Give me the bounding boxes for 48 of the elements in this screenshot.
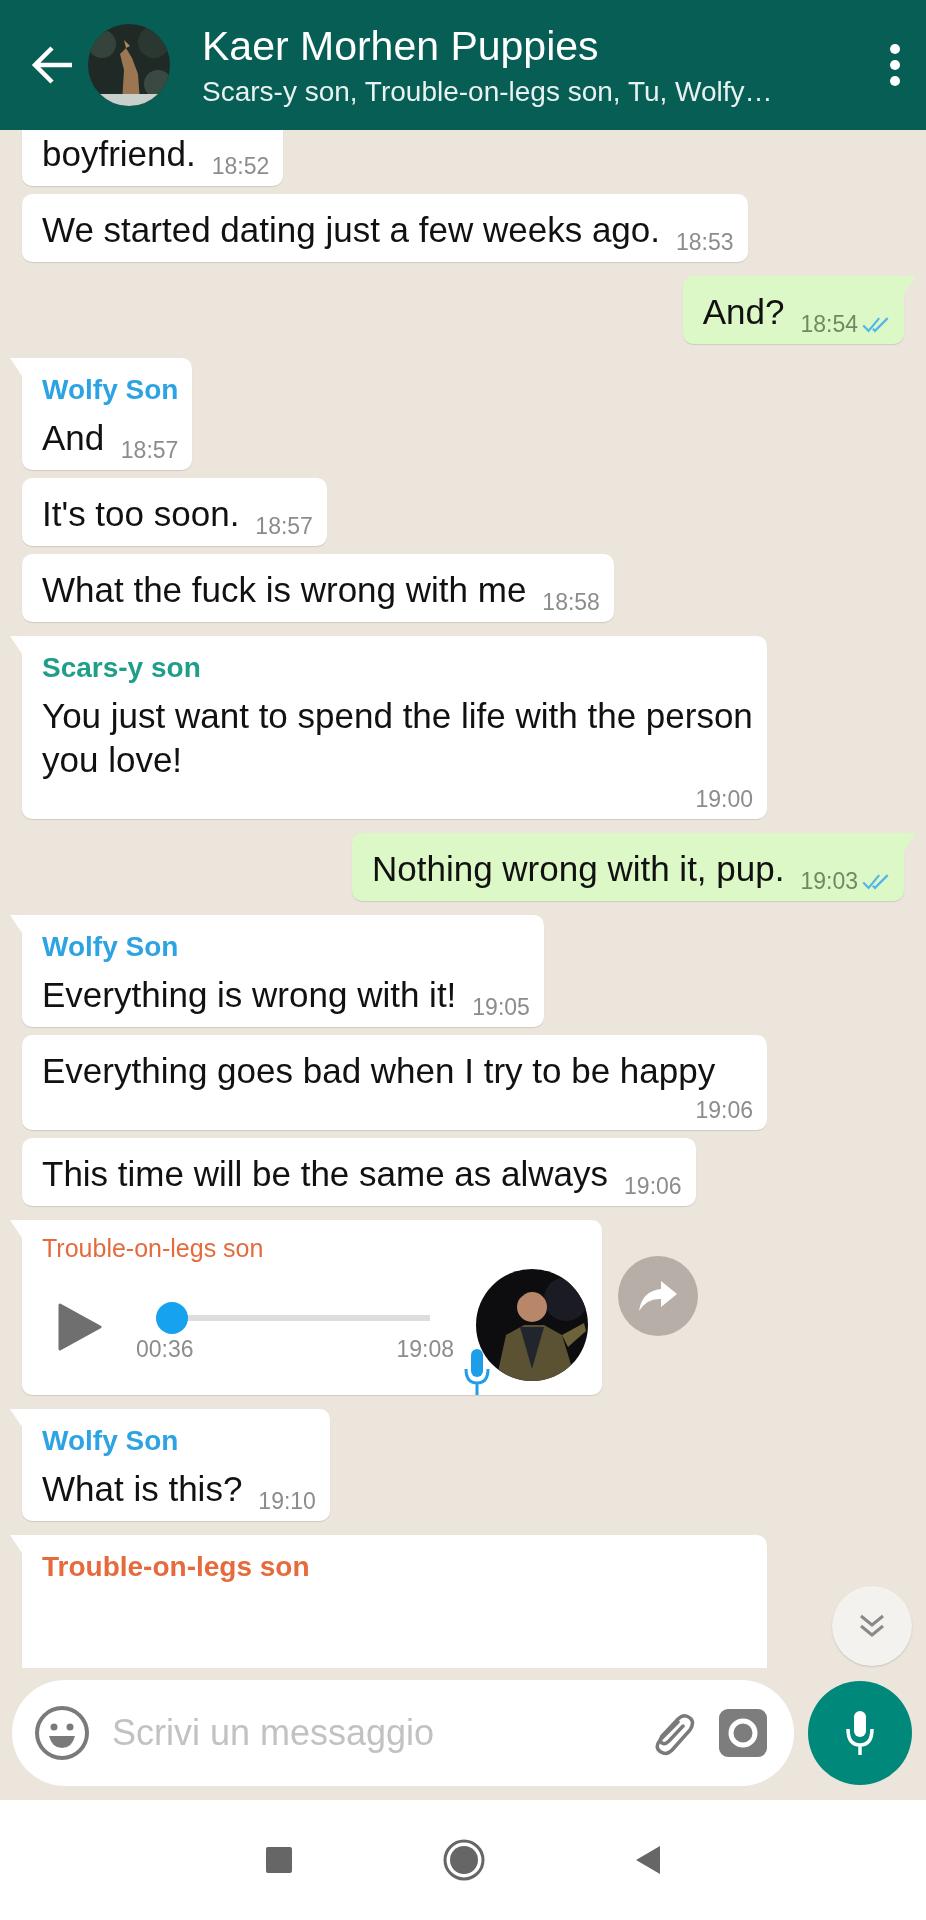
message-text: Everything goes bad when I try to be happy: [42, 1050, 716, 1092]
home-icon[interactable]: [443, 1839, 485, 1881]
sender-name: Wolfy Son: [42, 1424, 180, 1458]
microphone-icon: [464, 1349, 490, 1395]
message-time: 19:08: [396, 1335, 454, 1363]
message-time: 19:00: [695, 786, 753, 813]
message-time: 19:10: [258, 1488, 316, 1515]
recents-icon[interactable]: [265, 1846, 293, 1874]
chat-title[interactable]: Kaer Morhen Puppies: [202, 22, 874, 70]
chat-members[interactable]: Scars-y son, Trouble-on-legs son, Tu, Wolfy…: [202, 75, 874, 108]
message-text: And: [42, 417, 105, 459]
message-text: What the fuck is wrong with me: [42, 569, 527, 611]
audio-duration: 00:36: [136, 1335, 194, 1363]
message-text: This time will be the same as always: [42, 1153, 609, 1195]
sender-name: Scars-y son: [42, 651, 202, 685]
message-text: And?: [702, 291, 785, 333]
message-time: 18:52: [211, 153, 270, 180]
message-text: What is this?: [42, 1468, 243, 1510]
message-text: Nothing wrong with it, pup.: [372, 848, 785, 890]
back-arrow-icon[interactable]: [30, 45, 74, 85]
message-text: You just want to spend the life with the person you love!: [42, 695, 753, 781]
message-time: 19:06: [624, 1173, 682, 1200]
share-arrow-icon: [639, 1281, 677, 1311]
menu-icon[interactable]: [888, 43, 902, 87]
message-time: 18:53: [676, 229, 734, 256]
sender-name: Trouble-on-legs son: [42, 1550, 311, 1584]
message-time: 18:57: [120, 437, 179, 464]
message-time: 18:54: [800, 311, 858, 338]
message-text: boyfriend.: [42, 133, 196, 175]
message-time: 19:06: [695, 1097, 753, 1124]
sender-name: Trouble-on-legs son: [42, 1234, 265, 1263]
back-icon[interactable]: [635, 1845, 661, 1875]
slider-thumb[interactable]: [156, 1301, 188, 1334]
sender-name: Wolfy Son: [42, 373, 179, 407]
message-text: It's too soon.: [42, 493, 240, 535]
message-time: 18:57: [255, 513, 313, 540]
play-icon[interactable]: [58, 1303, 102, 1351]
emoji-icon[interactable]: [34, 1705, 90, 1761]
message-field[interactable]: Scrivi un messaggio: [12, 1680, 794, 1786]
microphone-icon: [845, 1709, 875, 1757]
message-input[interactable]: Scrivi un messaggio: [110, 1711, 628, 1755]
message-time: 19:05: [472, 994, 530, 1021]
message-text: We started dating just a few weeks ago.: [42, 209, 661, 251]
message-time: 18:58: [542, 589, 600, 616]
message-time: 19:03: [800, 868, 858, 895]
message-text: Everything is wrong with it!: [42, 974, 457, 1016]
camera-icon[interactable]: [718, 1708, 768, 1758]
sender-name: Wolfy Son: [42, 930, 180, 964]
